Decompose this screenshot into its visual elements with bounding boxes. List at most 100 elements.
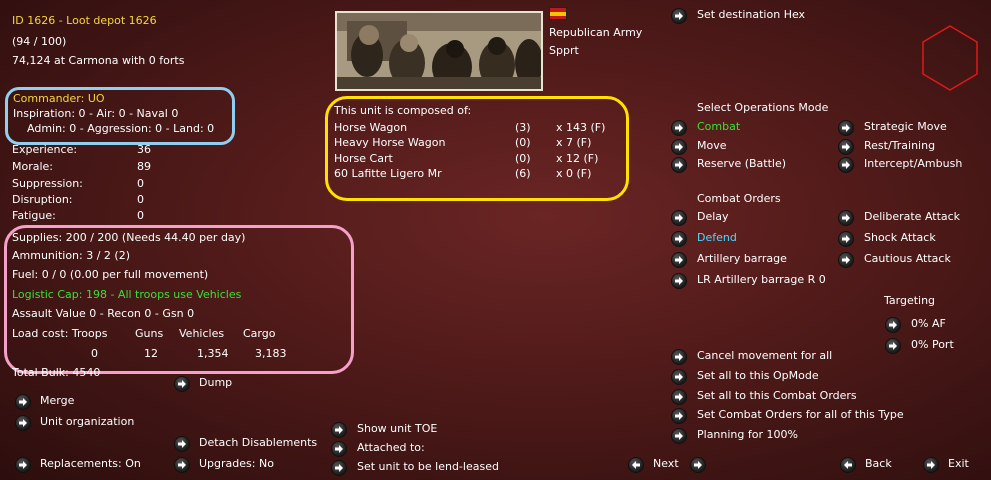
ops-mode-label[interactable]: Strategic Move	[864, 120, 947, 134]
logistic-cap-text: Logistic Cap: 198 - All troops use Vehic…	[12, 288, 242, 301]
composition-item-name[interactable]: 60 Lafitte Ligero Mr	[334, 167, 442, 181]
stat-value: 0	[137, 177, 144, 190]
load-cost-header: Load cost: Troops	[12, 327, 108, 340]
arrow-right-icon[interactable]	[885, 338, 901, 354]
arrow-right-icon[interactable]	[671, 273, 687, 289]
arrow-right-icon[interactable]	[671, 428, 687, 444]
back-label[interactable]: Back	[865, 457, 892, 471]
upgrades-label[interactable]: Upgrades: No	[199, 457, 274, 471]
unit-location: 74,124 at Carmona with 0 forts	[12, 54, 185, 67]
arrow-right-icon[interactable]	[671, 210, 687, 226]
arrow-right-icon[interactable]	[331, 441, 347, 457]
arrow-left-icon[interactable]	[628, 457, 644, 473]
dump-label[interactable]: Dump	[199, 376, 232, 390]
arrow-right-icon[interactable]	[15, 457, 31, 473]
detach-disablements-label[interactable]: Detach Disablements	[199, 436, 317, 450]
arrow-right-icon[interactable]	[923, 457, 939, 473]
arrow-right-icon[interactable]	[838, 120, 854, 136]
set-destination-label[interactable]: Set destination Hex	[697, 8, 805, 22]
stat-value: 89	[137, 160, 151, 173]
arrow-right-icon[interactable]	[671, 252, 687, 268]
stat-label: Fatigue:	[12, 209, 56, 222]
arrow-right-icon[interactable]	[838, 231, 854, 247]
arrow-right-icon[interactable]	[174, 457, 190, 473]
arrow-right-icon[interactable]	[838, 210, 854, 226]
composition-item-qty: x 12 (F)	[556, 152, 599, 165]
arrow-right-icon[interactable]	[331, 422, 347, 438]
composition-item-qty: x 7 (F)	[556, 136, 592, 149]
combat-order-label[interactable]: LR Artillery barrage R 0	[697, 273, 826, 287]
nation-flag	[549, 7, 567, 20]
targeting-label[interactable]: 0% Port	[911, 338, 954, 352]
arrow-right-icon[interactable]	[838, 252, 854, 268]
combat-order-label[interactable]: Deliberate Attack	[864, 210, 960, 224]
fuel-text: Fuel: 0 / 0 (0.00 per full movement)	[12, 268, 209, 281]
arrow-right-icon[interactable]	[331, 460, 347, 476]
bulk-action-label[interactable]: Cancel movement for all	[697, 349, 832, 363]
arrow-right-icon[interactable]	[690, 457, 706, 473]
stat-label: Experience:	[12, 143, 78, 156]
load-cost-header: Cargo	[243, 327, 276, 340]
load-cost-value: 0	[91, 347, 98, 360]
arrow-right-icon[interactable]	[174, 436, 190, 452]
composition-title: This unit is composed of:	[334, 104, 472, 117]
exit-label[interactable]: Exit	[948, 457, 969, 471]
unit-organization-label[interactable]: Unit organization	[40, 415, 134, 429]
next-label[interactable]: Next	[653, 457, 679, 471]
composition-item-count: (0)	[515, 136, 531, 149]
arrow-right-icon[interactable]	[671, 139, 687, 155]
bulk-action-label[interactable]: Set all to this OpMode	[697, 369, 819, 383]
composition-item-name[interactable]: Horse Wagon	[334, 121, 407, 135]
load-cost-value: 3,183	[255, 347, 287, 360]
combat-order-label[interactable]: Shock Attack	[864, 231, 936, 245]
combat-order-label[interactable]: Delay	[697, 210, 729, 224]
stat-label: Suppression:	[12, 177, 83, 190]
ammunition-text: Ammunition: 3 / 2 (2)	[12, 249, 131, 262]
arrow-right-icon[interactable]	[15, 394, 31, 410]
arrow-right-icon[interactable]	[671, 231, 687, 247]
ops-mode-title: Select Operations Mode	[697, 101, 829, 114]
bulk-action-label[interactable]: Planning for 100%	[697, 428, 798, 442]
arrow-right-icon[interactable]	[671, 157, 687, 173]
arrow-right-icon[interactable]	[885, 317, 901, 333]
arrow-right-icon[interactable]	[838, 157, 854, 173]
arrow-right-icon[interactable]	[838, 139, 854, 155]
ops-mode-label[interactable]: Combat	[697, 120, 740, 134]
composition-item-name[interactable]: Horse Cart	[334, 152, 393, 166]
lend-lease-label[interactable]: Set unit to be lend-leased	[357, 460, 499, 474]
load-cost-header: Guns	[135, 327, 164, 340]
arrow-right-icon[interactable]	[671, 8, 687, 24]
combat-order-label[interactable]: Cautious Attack	[864, 252, 951, 266]
arrow-right-icon[interactable]	[671, 369, 687, 385]
ops-mode-label[interactable]: Reserve (Battle)	[697, 157, 786, 171]
arrow-right-icon[interactable]	[671, 120, 687, 136]
replacements-label[interactable]: Replacements: On	[40, 457, 141, 471]
ops-mode-label[interactable]: Intercept/Ambush	[864, 157, 962, 171]
load-cost-value: 12	[144, 347, 158, 360]
arrow-left-icon[interactable]	[840, 457, 856, 473]
merge-label[interactable]: Merge	[40, 394, 74, 408]
arrow-right-icon[interactable]	[174, 376, 190, 392]
combat-order-label[interactable]: Artillery barrage	[697, 252, 787, 266]
commander-line-1: Inspiration: 0 - Air: 0 - Naval 0	[13, 107, 179, 120]
unit-id-title: ID 1626 - Loot depot 1626	[12, 14, 157, 27]
ops-mode-label[interactable]: Move	[697, 139, 727, 153]
composition-item-name[interactable]: Heavy Horse Wagon	[334, 136, 445, 150]
arrow-right-icon[interactable]	[15, 415, 31, 431]
arrow-right-icon[interactable]	[671, 389, 687, 405]
bulk-action-label[interactable]: Set Combat Orders for all of this Type	[697, 408, 904, 422]
unit-portrait	[335, 11, 543, 91]
arrow-right-icon[interactable]	[671, 408, 687, 424]
bulk-action-label[interactable]: Set all to this Combat Orders	[697, 389, 857, 403]
commander-line-2: Admin: 0 - Aggression: 0 - Land: 0	[27, 122, 215, 135]
targeting-label[interactable]: 0% AF	[911, 317, 946, 331]
attached-to-label[interactable]: Attached to:	[357, 441, 425, 455]
composition-item-count: (6)	[515, 167, 531, 180]
commander-title: Commander: UO	[13, 92, 105, 105]
composition-item-count: (3)	[515, 121, 531, 134]
arrow-right-icon[interactable]	[671, 349, 687, 365]
ops-mode-label[interactable]: Rest/Training	[864, 139, 935, 153]
composition-item-qty: x 0 (F)	[556, 167, 592, 180]
show-toe-label[interactable]: Show unit TOE	[357, 422, 437, 436]
combat-order-label[interactable]: Defend	[697, 231, 737, 245]
